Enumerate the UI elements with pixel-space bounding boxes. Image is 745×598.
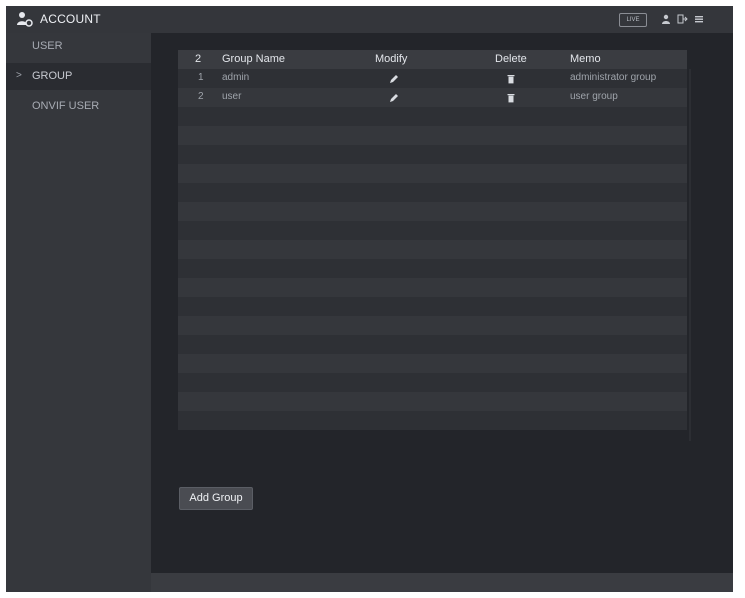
row-index: 1 [198,72,204,83]
account-icon [17,12,33,27]
empty-row [178,278,687,297]
footer-bar [151,573,733,592]
live-button[interactable]: LIVE [619,13,647,27]
empty-row [178,240,687,259]
column-header-modify: Modify [375,53,408,65]
empty-row [178,145,687,164]
empty-row [178,392,687,411]
menu-icon[interactable] [693,13,705,25]
pencil-icon[interactable] [389,93,399,103]
group-table: 2 Group Name Modify Delete Memo 1 admin … [178,50,687,440]
sidebar: USER > GROUP ONVIF USER [6,33,151,592]
add-group-button[interactable]: Add Group [179,487,253,510]
sidebar-item-onvif-user[interactable]: ONVIF USER [6,93,151,120]
sidebar-item-group[interactable]: > GROUP [6,63,151,90]
logout-icon[interactable] [676,13,688,25]
empty-row [178,202,687,221]
empty-row [178,354,687,373]
empty-row [178,221,687,240]
table-row[interactable]: 1 admin administrator group [178,69,687,88]
trash-icon[interactable] [507,74,515,84]
memo-cell: user group [570,91,618,102]
sidebar-item-label: ONVIF USER [32,100,100,112]
sidebar-item-label: GROUP [32,70,73,82]
empty-row [178,126,687,145]
empty-row [178,316,687,335]
empty-row [178,335,687,354]
empty-row [178,297,687,316]
sidebar-item-user[interactable]: USER [6,33,151,60]
user-icon[interactable] [660,13,672,25]
table-header: 2 Group Name Modify Delete Memo [178,50,687,69]
empty-row [178,107,687,126]
page-title: ACCOUNT [40,12,101,26]
table-row[interactable]: 2 user user group [178,88,687,107]
main-content: 2 Group Name Modify Delete Memo 1 admin … [151,33,733,592]
pencil-icon[interactable] [389,74,399,84]
title-bar: ACCOUNT LIVE [6,6,733,33]
group-name-cell: user [222,91,242,102]
sidebar-item-label: USER [32,40,63,52]
table-scrollbar[interactable] [689,69,691,441]
group-name-cell: admin [222,72,250,83]
memo-cell: administrator group [570,72,657,83]
trash-icon[interactable] [507,93,515,103]
row-index: 2 [198,91,204,102]
column-header-delete: Delete [495,53,527,65]
empty-row [178,259,687,278]
empty-row [178,164,687,183]
column-header-group-name: Group Name [222,53,285,65]
column-header-count: 2 [195,53,202,65]
empty-row [178,411,687,430]
empty-row [178,183,687,202]
account-window: ACCOUNT LIVE USER > GROUP ONVIF USER 2 G… [6,6,733,592]
empty-row [178,373,687,392]
chevron-right-icon: > [16,70,22,81]
column-header-memo: Memo [570,53,601,65]
